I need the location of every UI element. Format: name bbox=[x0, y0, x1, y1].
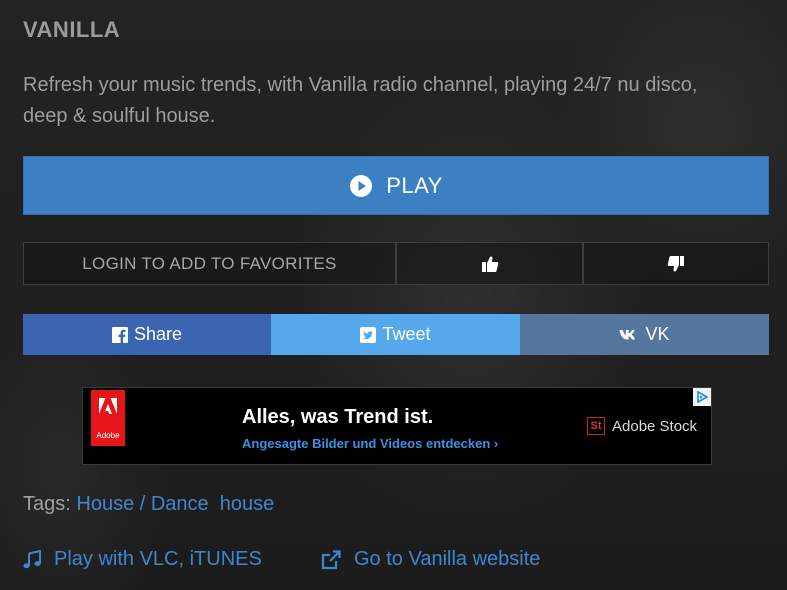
vk-share-label: VK bbox=[645, 324, 670, 344]
play-circle-icon bbox=[350, 174, 373, 197]
music-note-icon bbox=[23, 550, 41, 569]
station-title: VANILLA bbox=[23, 17, 121, 42]
adobe-stock-badge: St bbox=[587, 417, 605, 435]
play-button[interactable]: PLAY bbox=[23, 156, 769, 215]
login-favorites-label: LOGIN TO ADD TO FAVORITES bbox=[82, 253, 337, 273]
tag-link-house-dance[interactable]: House / Dance bbox=[76, 493, 208, 515]
tags-line: Tags: House / Dance house bbox=[23, 493, 274, 516]
thumbs-up-icon bbox=[481, 255, 498, 272]
play-label: PLAY bbox=[386, 172, 443, 198]
twitter-share-label: Tweet bbox=[382, 324, 431, 344]
adobe-logo-label: Adobe bbox=[96, 431, 120, 440]
twitter-share-button[interactable]: Tweet bbox=[271, 314, 520, 355]
like-button[interactable] bbox=[396, 242, 583, 285]
favorites-row: LOGIN TO ADD TO FAVORITES bbox=[23, 242, 769, 285]
external-link-icon bbox=[321, 549, 341, 569]
ad-headline: Alles, was Trend ist. bbox=[242, 406, 434, 428]
adobe-a-icon bbox=[99, 398, 117, 414]
adchoices-triangle-icon bbox=[697, 391, 708, 403]
ad-subline-link[interactable]: Angesagte Bilder und Videos entdecken › bbox=[242, 436, 498, 451]
vanilla-website-link[interactable]: Go to Vanilla website bbox=[320, 548, 540, 571]
station-description: Refresh your music trends, with Vanilla … bbox=[23, 74, 698, 127]
advertisement-banner[interactable]: Adobe Alles, was Trend ist. Angesagte Bi… bbox=[82, 387, 712, 465]
login-favorites-button[interactable]: LOGIN TO ADD TO FAVORITES bbox=[23, 242, 396, 285]
twitter-icon bbox=[360, 326, 377, 343]
play-with-vlc-label: Play with VLC, iTUNES bbox=[54, 548, 262, 570]
facebook-share-button[interactable]: Share bbox=[23, 314, 271, 355]
adobe-logo: Adobe bbox=[91, 390, 125, 446]
play-with-vlc-link[interactable]: Play with VLC, iTUNES bbox=[23, 548, 262, 571]
thumbs-down-icon bbox=[667, 255, 684, 272]
adchoices-icon[interactable] bbox=[693, 388, 711, 406]
tags-label: Tags: bbox=[23, 493, 71, 515]
adobe-stock-label: Adobe Stock bbox=[612, 417, 698, 435]
facebook-share-label: Share bbox=[133, 324, 183, 344]
facebook-icon bbox=[111, 326, 128, 343]
dislike-button[interactable] bbox=[583, 242, 769, 285]
tag-link-house[interactable]: house bbox=[220, 493, 275, 515]
share-row: Share Tweet VK bbox=[23, 314, 769, 355]
adobe-stock-brand: St Adobe Stock bbox=[587, 417, 697, 435]
vk-icon bbox=[619, 329, 636, 339]
vk-share-button[interactable]: VK bbox=[520, 314, 769, 355]
vanilla-website-label: Go to Vanilla website bbox=[354, 548, 541, 570]
